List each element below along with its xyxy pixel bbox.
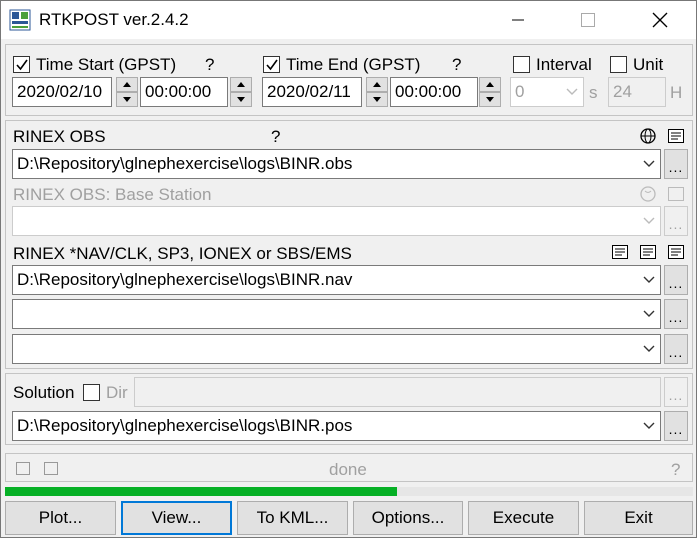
interval-select[interactable]: 0 <box>510 77 584 107</box>
status-help[interactable]: ? <box>671 460 680 480</box>
rinex-nav-browse-button-2[interactable]: ... <box>664 299 688 329</box>
solution-dir-label: Dir <box>106 383 128 402</box>
chevron-down-icon <box>638 207 660 235</box>
maximize-button[interactable] <box>565 1 611 39</box>
time-end-checkbox[interactable] <box>263 56 280 73</box>
rinex-nav-path-1: D:\Repository\glnephexercise\logs\BINR.n… <box>17 270 353 289</box>
rinex-nav-select-2[interactable] <box>12 299 661 329</box>
spin-up-icon[interactable] <box>479 77 501 92</box>
interval-unit: s <box>589 83 598 102</box>
globe-icon[interactable] <box>639 128 657 144</box>
unit-label: Unit <box>633 55 664 74</box>
unit-suffix: H <box>670 83 683 102</box>
spin-up-icon[interactable] <box>230 77 252 92</box>
app-icon <box>9 9 31 31</box>
chevron-down-icon <box>638 150 660 178</box>
title-bar[interactable]: RTKPOST ver.2.4.2 <box>1 1 696 39</box>
minimize-button[interactable] <box>495 1 541 39</box>
base-station-label: RINEX OBS: Base Station <box>13 185 212 204</box>
interval-label: Interval <box>536 55 592 74</box>
rinex-obs-path: D:\Repository\glnephexercise\logs\BINR.o… <box>17 154 353 173</box>
maximize-icon <box>581 13 595 27</box>
time-end-help[interactable]: ? <box>452 55 461 75</box>
window-title: RTKPOST ver.2.4.2 <box>39 10 189 29</box>
base-station-browse-button[interactable]: ... <box>664 206 688 236</box>
close-icon <box>652 12 668 28</box>
end-date-input[interactable]: 2020/02/11 <box>262 77 362 107</box>
time-start-checkbox[interactable] <box>13 56 30 73</box>
spin-up-icon[interactable] <box>366 77 388 92</box>
text-view-icon[interactable] <box>611 244 629 260</box>
spin-down-icon[interactable] <box>116 92 138 107</box>
end-date-spinner[interactable] <box>366 77 388 107</box>
plot-button[interactable]: Plot... <box>5 501 116 535</box>
time-start-label: Time Start (GPST) <box>36 55 177 74</box>
check-icon <box>15 59 28 70</box>
start-date-spinner[interactable] <box>116 77 138 107</box>
rinex-nav-select-1[interactable]: D:\Repository\glnephexercise\logs\BINR.n… <box>12 265 661 295</box>
base-station-select[interactable] <box>12 206 661 236</box>
to-kml-button[interactable]: To KML... <box>237 501 348 535</box>
rinex-obs-browse-button[interactable]: ... <box>664 149 688 179</box>
text-view-icon <box>667 186 685 202</box>
status-led-icon <box>44 462 58 475</box>
solution-file-browse-button[interactable]: ... <box>664 411 688 441</box>
rinex-nav-select-3[interactable] <box>12 334 661 364</box>
interval-value: 0 <box>515 82 525 101</box>
close-button[interactable] <box>637 1 683 39</box>
status-led-icon <box>16 462 30 475</box>
options-button[interactable]: Options... <box>353 501 463 535</box>
execute-button[interactable]: Execute <box>468 501 579 535</box>
solution-label: Solution <box>13 383 75 402</box>
start-date-input[interactable]: 2020/02/10 <box>12 77 112 107</box>
chevron-down-icon <box>638 300 660 328</box>
rtkpost-window: RTKPOST ver.2.4.2 Time Start (GPST) ? 20… <box>0 0 697 538</box>
time-end-label: Time End (GPST) <box>286 55 421 74</box>
start-time-spinner[interactable] <box>230 77 252 107</box>
progress-bar <box>5 487 693 496</box>
minimize-icon <box>512 19 524 21</box>
start-time-input[interactable]: 00:00:00 <box>140 77 228 107</box>
chevron-down-icon <box>638 266 660 294</box>
unit-input[interactable]: 24 <box>608 77 666 107</box>
solution-dir-input[interactable] <box>134 377 661 407</box>
interval-checkbox[interactable] <box>513 56 530 73</box>
time-start-help[interactable]: ? <box>205 55 214 75</box>
globe-icon <box>639 186 657 202</box>
spin-down-icon[interactable] <box>366 92 388 107</box>
progress-fill <box>5 487 398 496</box>
spin-down-icon[interactable] <box>479 92 501 107</box>
rinex-obs-select[interactable]: D:\Repository\glnephexercise\logs\BINR.o… <box>12 149 661 179</box>
end-time-input[interactable]: 00:00:00 <box>390 77 478 107</box>
chevron-down-icon <box>638 412 660 440</box>
rinex-nav-browse-button-1[interactable]: ... <box>664 265 688 295</box>
status-message: done <box>329 460 367 479</box>
spin-down-icon[interactable] <box>230 92 252 107</box>
unit-checkbox[interactable] <box>610 56 627 73</box>
rinex-nav-browse-button-3[interactable]: ... <box>664 334 688 364</box>
check-icon <box>265 59 278 70</box>
chevron-down-icon <box>638 335 660 363</box>
end-time-spinner[interactable] <box>479 77 501 107</box>
text-view-icon[interactable] <box>639 244 657 260</box>
solution-file-select[interactable]: D:\Repository\glnephexercise\logs\BINR.p… <box>12 411 661 441</box>
rinex-obs-help[interactable]: ? <box>271 127 280 147</box>
text-view-icon[interactable] <box>667 128 685 144</box>
solution-dir-checkbox[interactable] <box>83 384 100 401</box>
solution-dir-browse-button[interactable]: ... <box>664 377 688 407</box>
rinex-nav-label: RINEX *NAV/CLK, SP3, IONEX or SBS/EMS <box>13 244 352 263</box>
chevron-down-icon <box>561 78 583 106</box>
text-view-icon[interactable] <box>667 244 685 260</box>
spin-up-icon[interactable] <box>116 77 138 92</box>
rinex-obs-label: RINEX OBS <box>13 127 106 146</box>
solution-file-path: D:\Repository\glnephexercise\logs\BINR.p… <box>17 416 353 435</box>
exit-button[interactable]: Exit <box>584 501 693 535</box>
view-button[interactable]: View... <box>121 501 232 535</box>
